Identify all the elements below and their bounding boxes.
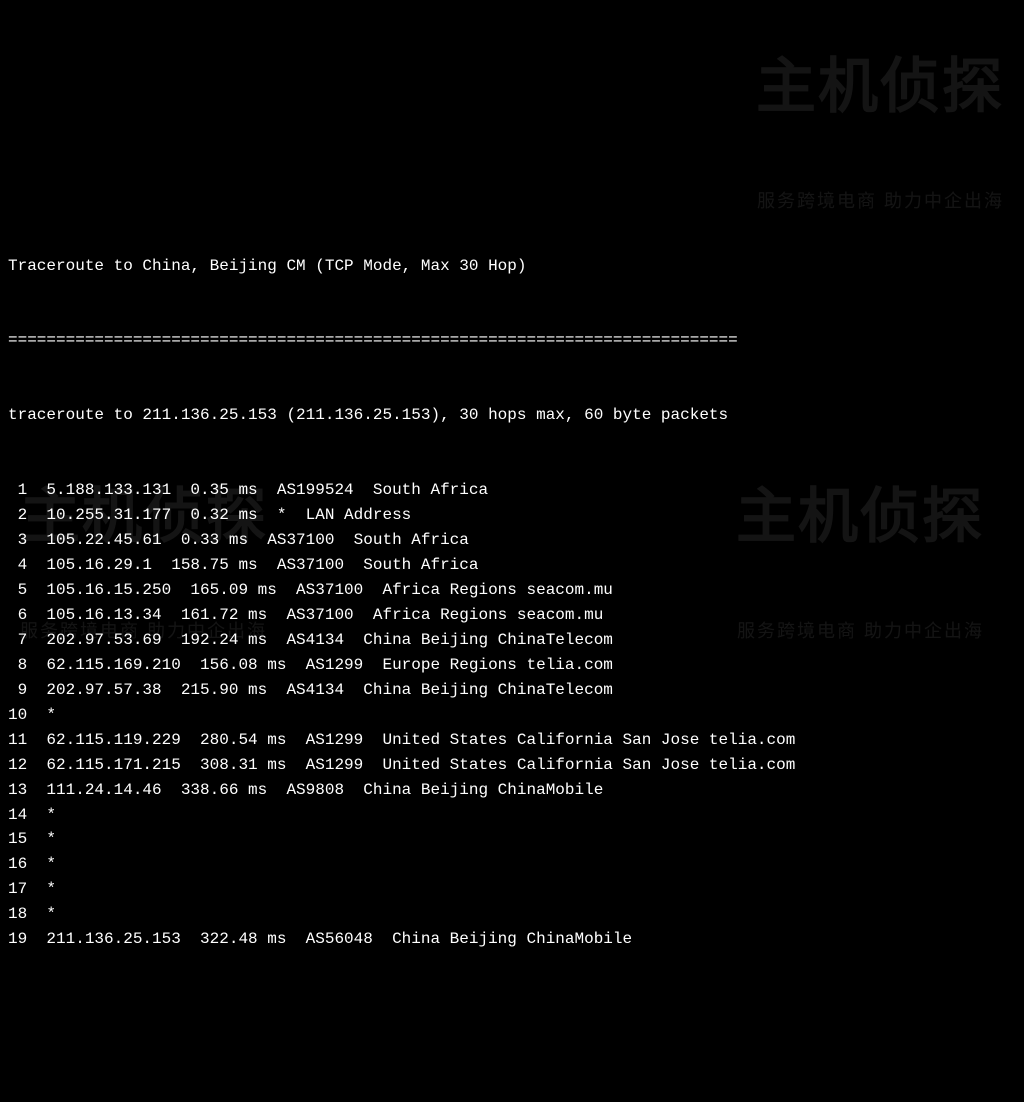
hop-row: 6 105.16.13.34 161.72 ms AS37100 Africa … [8, 603, 1016, 628]
hop-row: 7 202.97.53.69 192.24 ms AS4134 China Be… [8, 628, 1016, 653]
hop-row: 5 105.16.15.250 165.09 ms AS37100 Africa… [8, 578, 1016, 603]
hop-row: 16 * [8, 852, 1016, 877]
separator-line: ========================================… [8, 328, 1016, 353]
hop-row: 9 202.97.57.38 215.90 ms AS4134 China Be… [8, 678, 1016, 703]
traceroute-subheader: traceroute to 211.136.25.153 (211.136.25… [8, 403, 1016, 428]
hops-container: 1 5.188.133.131 0.35 ms AS199524 South A… [8, 478, 1016, 952]
terminal-output: Traceroute to China, Beijing CM (TCP Mod… [8, 204, 1016, 978]
hop-row: 19 211.136.25.153 322.48 ms AS56048 Chin… [8, 927, 1016, 952]
hop-row: 14 * [8, 803, 1016, 828]
hop-row: 4 105.16.29.1 158.75 ms AS37100 South Af… [8, 553, 1016, 578]
hop-row: 1 5.188.133.131 0.35 ms AS199524 South A… [8, 478, 1016, 503]
hop-row: 11 62.115.119.229 280.54 ms AS1299 Unite… [8, 728, 1016, 753]
hop-row: 3 105.22.45.61 0.33 ms AS37100 South Afr… [8, 528, 1016, 553]
hop-row: 13 111.24.14.46 338.66 ms AS9808 China B… [8, 778, 1016, 803]
hop-row: 12 62.115.171.215 308.31 ms AS1299 Unite… [8, 753, 1016, 778]
hop-row: 17 * [8, 877, 1016, 902]
hop-row: 15 * [8, 827, 1016, 852]
hop-row: 10 * [8, 703, 1016, 728]
traceroute-title: Traceroute to China, Beijing CM (TCP Mod… [8, 254, 1016, 279]
hop-row: 8 62.115.169.210 156.08 ms AS1299 Europe… [8, 653, 1016, 678]
hop-row: 18 * [8, 902, 1016, 927]
hop-row: 2 10.255.31.177 0.32 ms * LAN Address [8, 503, 1016, 528]
